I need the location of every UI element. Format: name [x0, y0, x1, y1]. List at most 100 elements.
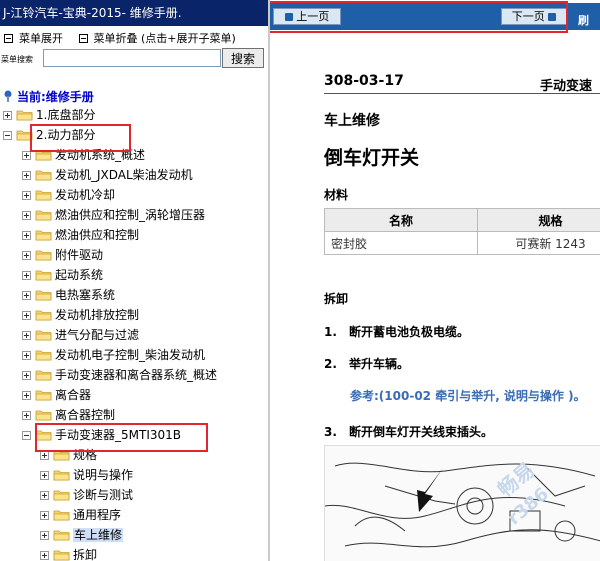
expand-plus-icon[interactable]	[40, 511, 49, 520]
tree-item-label: 起动系统	[55, 268, 104, 282]
expand-plus-icon[interactable]	[40, 531, 49, 540]
menu-expand-link[interactable]: 菜单展开	[19, 32, 63, 45]
expand-plus-icon[interactable]	[22, 211, 31, 220]
tree-item[interactable]: 说明与操作	[40, 466, 133, 484]
expand-plus-icon[interactable]	[3, 111, 12, 120]
tree-item[interactable]: 1.底盘部分	[3, 106, 95, 124]
expand-plus-icon[interactable]	[22, 371, 31, 380]
tree-item[interactable]: 车上维修	[40, 526, 124, 544]
collapse-square-icon	[78, 34, 88, 43]
folder-icon	[35, 270, 52, 281]
tree-item[interactable]: 拆卸	[40, 546, 97, 561]
folder-icon	[35, 330, 52, 341]
step-text: 断开蓄电池负极电缆。	[349, 325, 470, 339]
refresh-label[interactable]: 刷	[578, 12, 589, 28]
window-title: J-江铃汽车-宝典-2015- 维修手册.	[0, 0, 268, 26]
folder-icon	[35, 350, 52, 361]
materials-col-spec: 规格	[477, 208, 600, 232]
folder-icon	[53, 530, 70, 541]
tree-item[interactable]: 发动机电子控制_柴油发动机	[22, 346, 205, 364]
tree-item-label: 发动机电子控制_柴油发动机	[55, 348, 206, 362]
step-3: 3. 断开倒车灯开关线束插头。	[324, 423, 493, 440]
folder-icon	[35, 390, 52, 401]
folder-icon	[35, 230, 52, 241]
step-number: 2.	[324, 357, 337, 371]
tree-item[interactable]: 手动变速器和离合器系统_概述	[22, 366, 217, 384]
expand-plus-icon[interactable]	[22, 271, 31, 280]
reference-note[interactable]: 参考:(100-02 牵引与举升, 说明与操作 )。	[350, 387, 586, 404]
expand-plus-icon[interactable]	[40, 551, 49, 560]
material-name-cell: 密封胶	[324, 231, 478, 255]
materials-table: 名称 规格 密封胶 可赛新 1243	[324, 208, 600, 255]
expand-plus-icon[interactable]	[22, 191, 31, 200]
collapse-minus-icon[interactable]	[22, 431, 31, 440]
expand-plus-icon[interactable]	[22, 251, 31, 260]
tree-item[interactable]: 离合器	[22, 386, 91, 404]
removal-heading: 拆卸	[324, 292, 349, 306]
tree-item-label: 电热塞系统	[55, 288, 116, 302]
service-illustration: 畅易 r386	[324, 445, 600, 561]
expand-plus-icon[interactable]	[22, 351, 31, 360]
expand-plus-icon[interactable]	[22, 311, 31, 320]
tree-item[interactable]: 发动机_JXDAL柴油发动机	[22, 166, 193, 184]
collapse-minus-icon[interactable]	[3, 131, 12, 140]
search-button[interactable]: 搜索	[222, 48, 264, 68]
tree-item[interactable]: 进气分配与过滤	[22, 326, 139, 344]
expand-plus-icon[interactable]	[40, 491, 49, 500]
expand-plus-icon[interactable]	[22, 171, 31, 180]
tree-item-label: 离合器控制	[55, 408, 116, 422]
folder-icon	[35, 210, 52, 221]
step-number: 1.	[324, 325, 337, 339]
tree-item-label: 燃油供应和控制	[55, 228, 140, 242]
tree-item[interactable]: 燃油供应和控制	[22, 226, 139, 244]
tree-item-label: 通用程序	[73, 508, 122, 522]
expand-plus-icon[interactable]	[22, 291, 31, 300]
expand-plus-icon[interactable]	[22, 391, 31, 400]
tree-item[interactable]: 起动系统	[22, 266, 103, 284]
search-bar: 菜单搜索 搜索	[0, 48, 268, 70]
document-header-right: 手动变速	[540, 79, 593, 94]
tree-item[interactable]: 通用程序	[40, 506, 121, 524]
tree-item[interactable]: 发动机排放控制	[22, 306, 139, 324]
folder-icon	[35, 370, 52, 381]
current-location-text: 当前:维修手册	[17, 90, 94, 104]
step-text: 举升车辆。	[349, 357, 410, 371]
tree-item[interactable]: 燃油供应和控制_涡轮增压器	[22, 206, 205, 224]
expand-plus-icon[interactable]	[22, 411, 31, 420]
expand-plus-icon[interactable]	[40, 471, 49, 480]
document-panel: 上一页 下一页 刷 308-03-17 手动变速 车上维修 倒车灯开关 材料 名…	[270, 0, 600, 561]
tree-item-label: 离合器	[55, 388, 92, 402]
highlight-box-nav	[270, 1, 568, 33]
folder-icon	[53, 490, 70, 501]
folder-icon	[35, 310, 52, 321]
transmission-drawing-icon	[325, 462, 600, 548]
navigation-panel: J-江铃汽车-宝典-2015- 维修手册. 菜单展开 菜单折叠 (点击+展开子菜…	[0, 0, 268, 561]
tree-item-label: 发动机排放控制	[55, 308, 140, 322]
folder-icon	[35, 410, 52, 421]
search-input[interactable]	[43, 49, 221, 67]
tree-item-label: 进气分配与过滤	[55, 328, 140, 342]
highlight-box-transmission	[35, 423, 208, 452]
folder-icon	[16, 110, 33, 121]
expand-plus-icon[interactable]	[22, 231, 31, 240]
menu-collapse-link[interactable]: 菜单折叠 (点击+展开子菜单)	[94, 32, 236, 45]
tree-item[interactable]: 诊断与测试	[40, 486, 133, 504]
tree-item-label: 燃油供应和控制_涡轮增压器	[55, 208, 206, 222]
section-heading: 车上维修	[324, 113, 380, 129]
current-location: 当前:维修手册	[3, 88, 94, 105]
folder-icon	[53, 510, 70, 521]
tree-item[interactable]: 发动机冷却	[22, 186, 115, 204]
tree-item[interactable]: 电热塞系统	[22, 286, 115, 304]
tree-item[interactable]: 附件驱动	[22, 246, 103, 264]
expand-plus-icon[interactable]	[40, 451, 49, 460]
table-row: 密封胶 可赛新 1243	[324, 231, 600, 255]
location-pin-icon	[4, 90, 12, 102]
tree-item-label: 手动变速器和离合器系统_概述	[55, 368, 218, 382]
folder-icon	[35, 170, 52, 181]
highlight-box-power	[30, 124, 131, 152]
tree-item[interactable]: 离合器控制	[22, 406, 115, 424]
expand-plus-icon[interactable]	[22, 151, 31, 160]
document-title: 倒车灯开关	[324, 147, 420, 169]
expand-plus-icon[interactable]	[22, 331, 31, 340]
tree-item-label: 发动机冷却	[55, 188, 116, 202]
